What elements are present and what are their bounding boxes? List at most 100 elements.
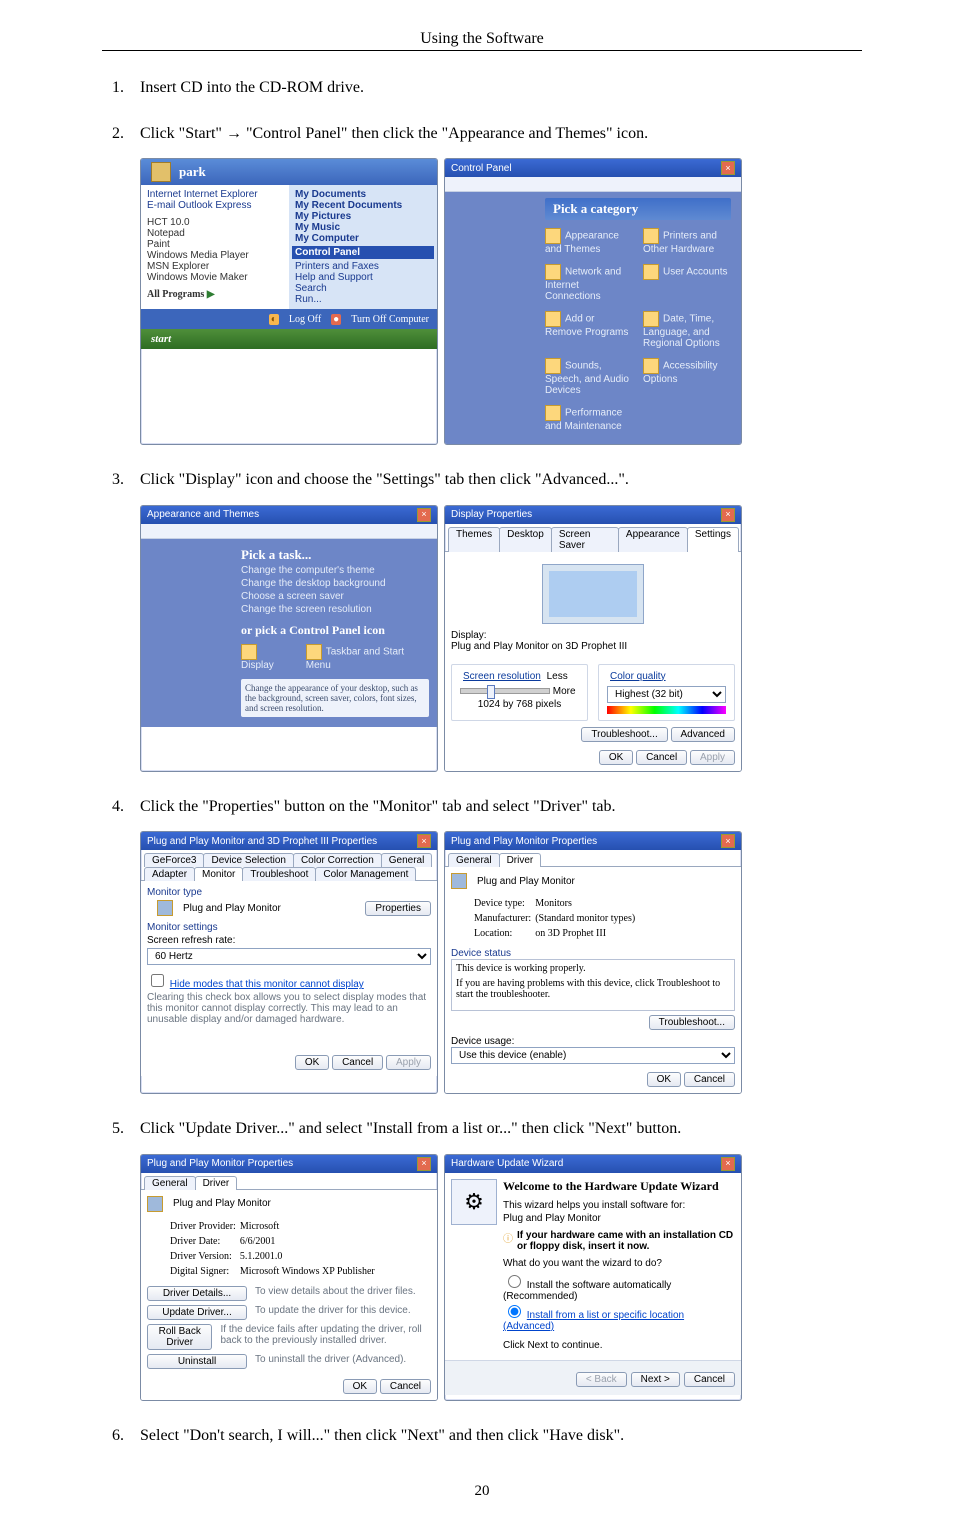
cancel-button[interactable]: Cancel: [380, 1379, 431, 1394]
ver-l: Driver Version:: [169, 1250, 237, 1263]
sm-recent[interactable]: My Recent Documents: [295, 200, 431, 211]
opt-auto-radio[interactable]: [508, 1275, 521, 1288]
close-icon[interactable]: ×: [721, 161, 735, 175]
tab-ss[interactable]: Screen Saver: [551, 527, 619, 552]
tab-general[interactable]: General: [381, 853, 433, 867]
driver-details-button[interactable]: Driver Details...: [147, 1286, 247, 1301]
tab-desktop[interactable]: Desktop: [499, 527, 552, 552]
arrow-icon: ▶: [207, 289, 215, 300]
cancel-button[interactable]: Cancel: [636, 750, 687, 765]
close-icon[interactable]: ×: [417, 1157, 431, 1171]
next-button[interactable]: Next >: [631, 1372, 680, 1387]
category-icon: [643, 311, 659, 327]
sm-run[interactable]: Run...: [295, 294, 431, 305]
tab-driver3[interactable]: Driver: [195, 1176, 238, 1190]
start-button[interactable]: start: [151, 333, 171, 345]
task-res[interactable]: Change the screen resolution: [241, 604, 427, 615]
cat-users[interactable]: User Accounts: [663, 267, 727, 278]
sm-ie[interactable]: Internet Internet Explorer: [147, 189, 283, 200]
tab-colorcorr[interactable]: Color Correction: [293, 853, 382, 867]
sm-pics[interactable]: My Pictures: [295, 211, 431, 222]
sm-paint[interactable]: Paint: [147, 239, 283, 250]
troubleshoot2-button[interactable]: Troubleshoot...: [649, 1015, 735, 1030]
sm-cpanel[interactable]: Control Panel: [292, 246, 434, 259]
task-theme[interactable]: Change the computer's theme: [241, 565, 427, 576]
color-quality-select[interactable]: Highest (32 bit): [607, 686, 726, 703]
opt-auto[interactable]: Install the software automatically (Reco…: [503, 1280, 671, 1302]
cq-heading: Color quality: [607, 671, 669, 682]
tab-devsel[interactable]: Device Selection: [203, 853, 293, 867]
sm-printers[interactable]: Printers and Faxes: [295, 261, 431, 272]
back-button[interactable]: < Back: [576, 1372, 627, 1387]
ok-button[interactable]: OK: [599, 750, 633, 765]
cancel-button[interactable]: Cancel: [684, 1372, 735, 1387]
sm-computer[interactable]: My Computer: [295, 233, 431, 244]
sm-allprog[interactable]: All Programs: [147, 289, 204, 300]
task-ss[interactable]: Choose a screen saver: [241, 591, 427, 602]
status-msg: This device is working properly.: [456, 963, 730, 974]
category-icon: [643, 264, 659, 280]
resolution-slider[interactable]: [460, 688, 550, 694]
tab-themes[interactable]: Themes: [448, 527, 500, 552]
hide-label[interactable]: Hide modes that this monitor cannot disp…: [170, 979, 364, 990]
date-l: Driver Date:: [169, 1235, 237, 1248]
tab-driver2[interactable]: Driver: [499, 853, 542, 867]
tab-colormgmt[interactable]: Color Management: [315, 867, 416, 881]
devtype-l: Device type:: [473, 897, 532, 910]
tab-general3[interactable]: General: [144, 1176, 196, 1190]
close-icon[interactable]: ×: [417, 834, 431, 848]
tab-monitor[interactable]: Monitor: [194, 867, 243, 881]
sm-search[interactable]: Search: [295, 283, 431, 294]
turnoff-button[interactable]: Turn Off Computer: [351, 314, 429, 325]
opt-list-radio[interactable]: [508, 1305, 521, 1318]
properties-button[interactable]: Properties: [365, 901, 431, 916]
cancel-button[interactable]: Cancel: [684, 1072, 735, 1087]
ok-button[interactable]: OK: [343, 1379, 377, 1394]
sm-hct[interactable]: HCT 10.0: [147, 217, 283, 228]
close-icon[interactable]: ×: [721, 834, 735, 848]
sm-msn[interactable]: MSN Explorer: [147, 261, 283, 272]
usage-select[interactable]: Use this device (enable): [451, 1047, 735, 1064]
res-heading: Screen resolution: [460, 671, 544, 682]
refresh-label: Screen refresh rate:: [147, 935, 431, 946]
rollback-hint: If the device fails after updating the d…: [220, 1324, 431, 1350]
task-bg[interactable]: Change the desktop background: [241, 578, 427, 589]
logoff-button[interactable]: Log Off: [289, 314, 321, 325]
display-icon: [241, 644, 257, 660]
tab-settings[interactable]: Settings: [687, 527, 739, 552]
close-icon[interactable]: ×: [721, 1157, 735, 1171]
sm-music[interactable]: My Music: [295, 222, 431, 233]
tab-trouble[interactable]: Troubleshoot: [242, 867, 316, 881]
opt-list[interactable]: Install from a list or specific location…: [503, 1310, 684, 1332]
troubleshoot-button[interactable]: Troubleshoot...: [581, 727, 667, 742]
close-icon[interactable]: ×: [721, 508, 735, 522]
sm-note[interactable]: Notepad: [147, 228, 283, 239]
sm-wmm[interactable]: Windows Movie Maker: [147, 272, 283, 283]
sm-wmp[interactable]: Windows Media Player: [147, 250, 283, 261]
pnpd-heading: Plug and Play Monitor: [173, 1198, 271, 1209]
tab-geforce[interactable]: GeForce3: [144, 853, 204, 867]
cp-heading: Pick a category: [545, 198, 731, 220]
res-less: Less: [547, 671, 568, 682]
sm-mydocs[interactable]: My Documents: [295, 189, 431, 200]
update-driver-button[interactable]: Update Driver...: [147, 1305, 247, 1320]
rollback-button[interactable]: Roll Back Driver: [147, 1324, 212, 1350]
ok-button[interactable]: OK: [295, 1055, 329, 1070]
advanced-button[interactable]: Advanced: [671, 727, 735, 742]
ver-v: 5.1.2001.0: [239, 1250, 376, 1263]
sm-help[interactable]: Help and Support: [295, 272, 431, 283]
tab-appear[interactable]: Appearance: [618, 527, 688, 552]
cancel-button[interactable]: Cancel: [332, 1055, 383, 1070]
apply-button[interactable]: Apply: [690, 750, 735, 765]
apply-button[interactable]: Apply: [386, 1055, 431, 1070]
tab-adapter[interactable]: Adapter: [144, 867, 195, 881]
close-icon[interactable]: ×: [417, 508, 431, 522]
icon-display[interactable]: Display: [241, 660, 274, 671]
tab-general2[interactable]: General: [448, 853, 500, 867]
ok-button[interactable]: OK: [647, 1072, 681, 1087]
uninstall-button[interactable]: Uninstall: [147, 1354, 247, 1369]
hide-modes-checkbox[interactable]: [151, 974, 164, 987]
sm-email[interactable]: E-mail Outlook Express: [147, 200, 283, 211]
pnp-props-window: Plug and Play Monitor Properties× Genera…: [444, 831, 742, 1094]
refresh-select[interactable]: 60 Hertz: [147, 948, 431, 965]
